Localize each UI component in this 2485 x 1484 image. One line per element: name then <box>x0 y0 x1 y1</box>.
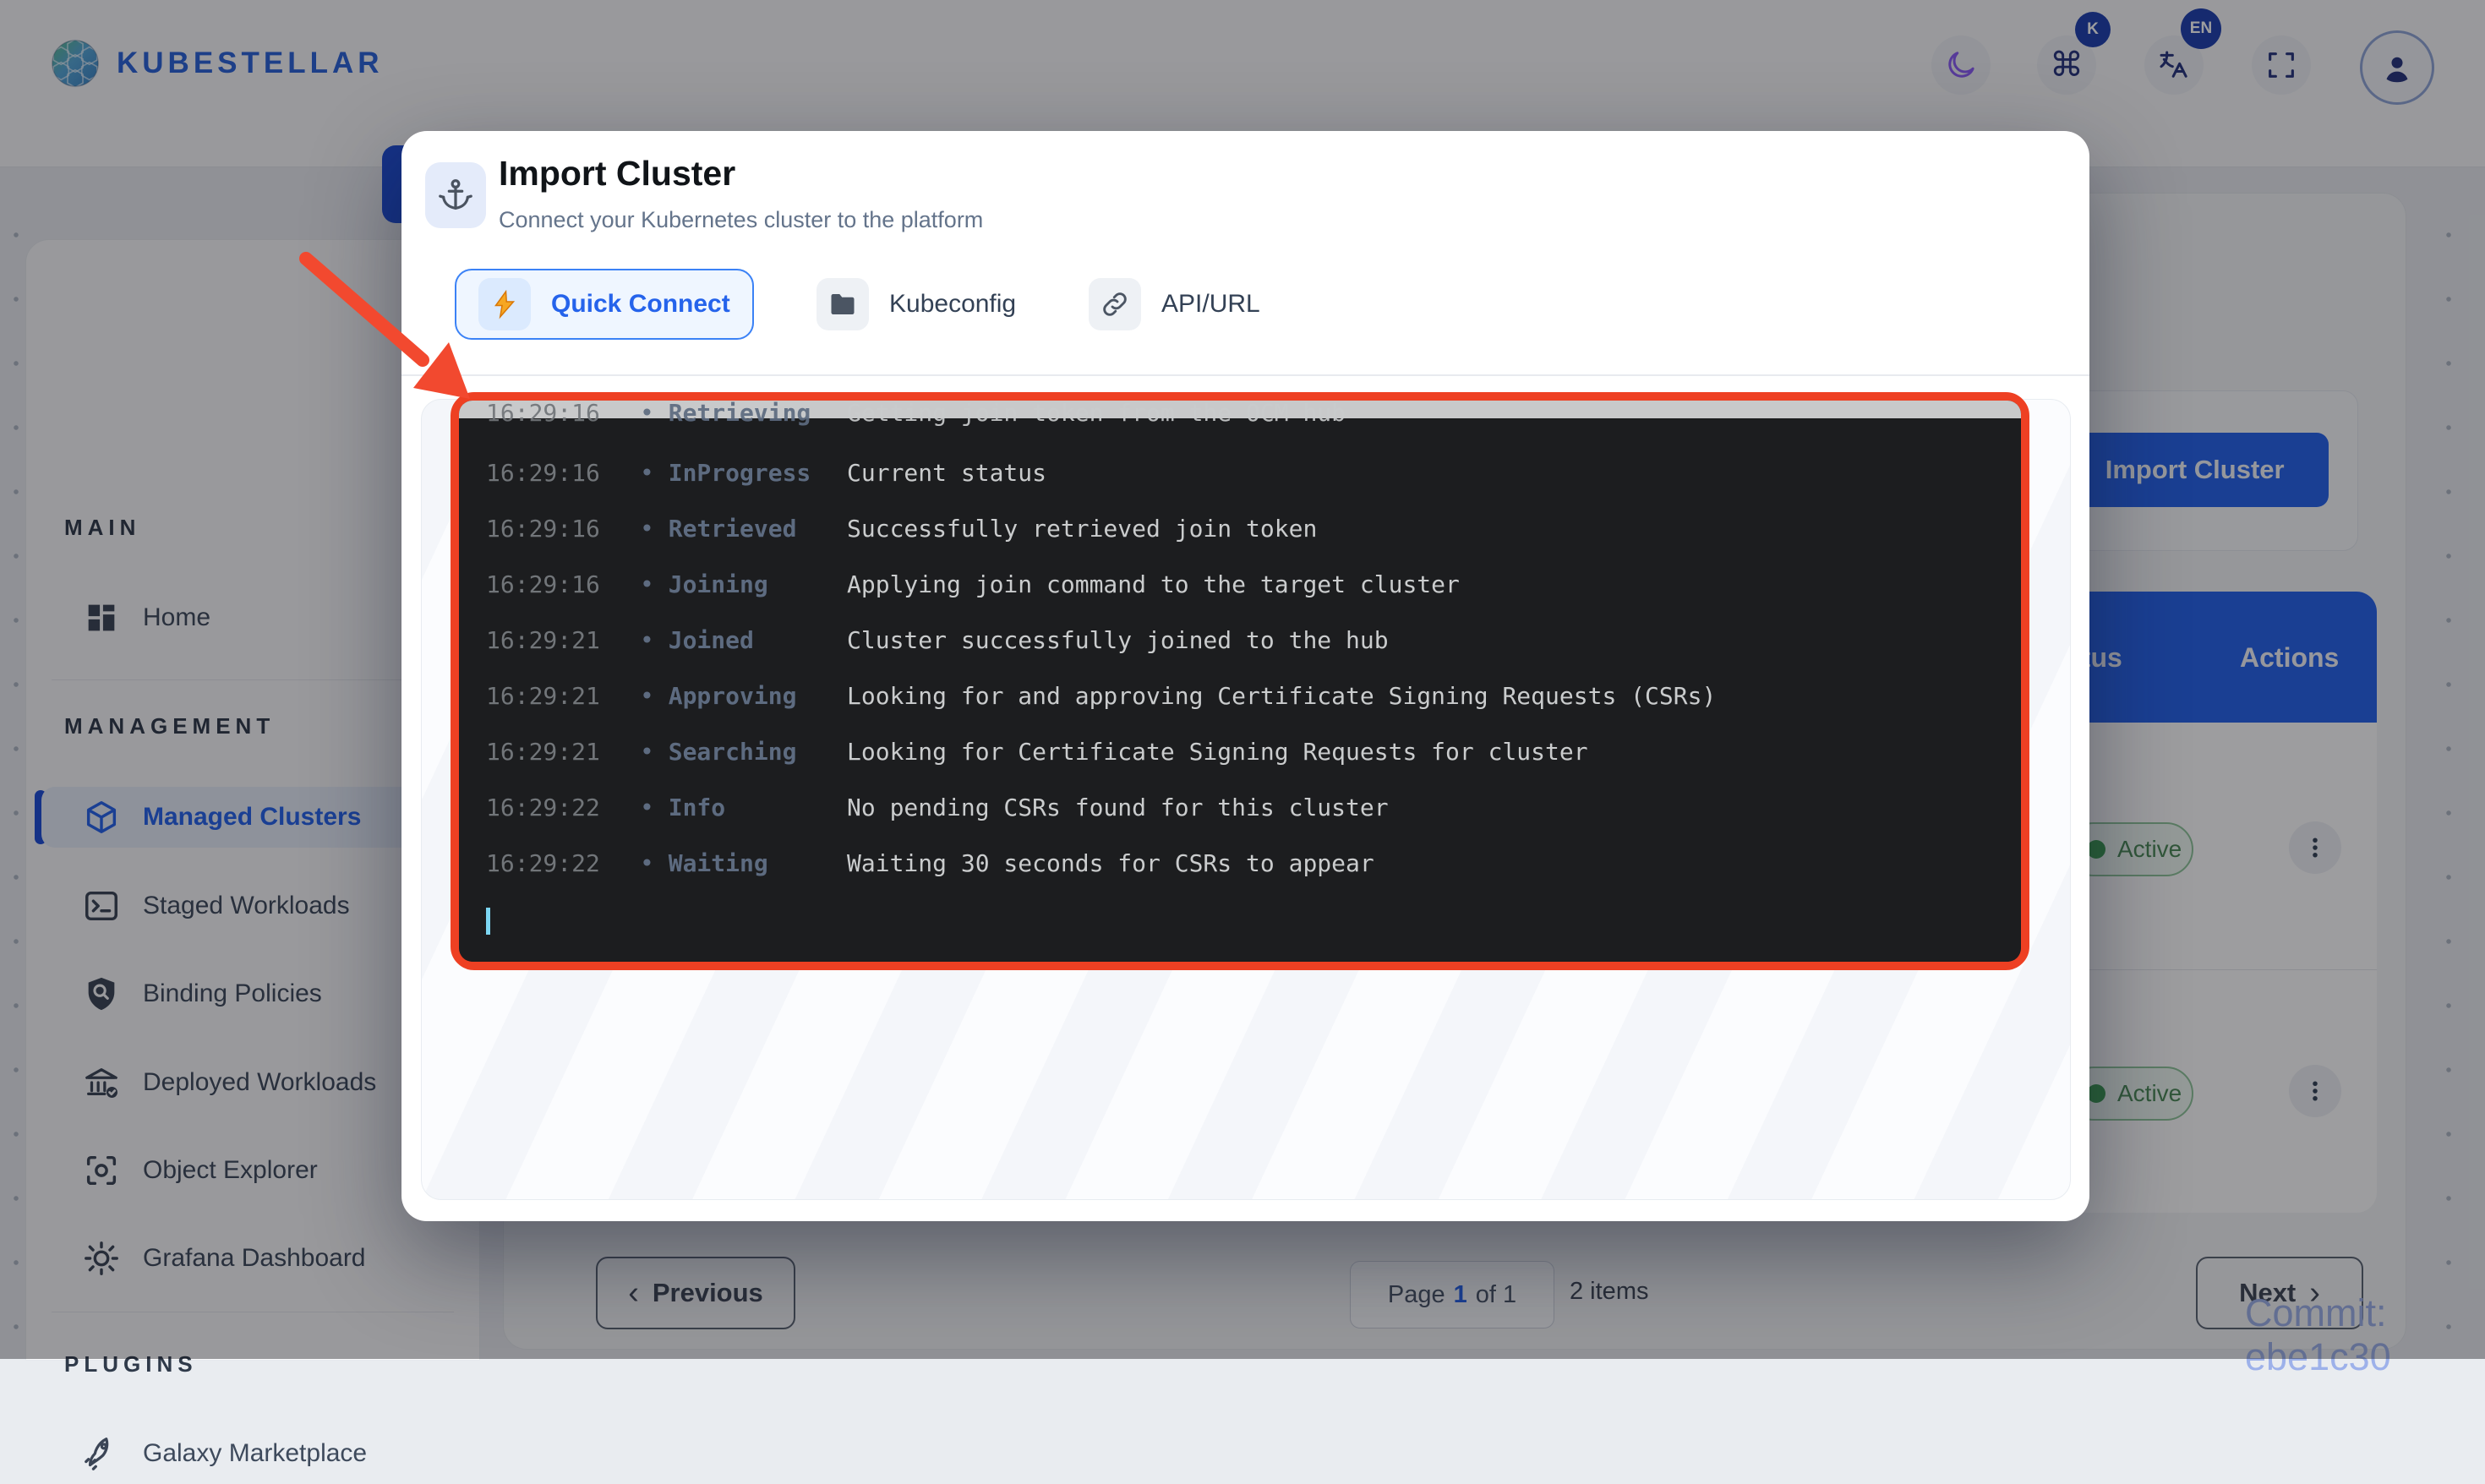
modal-divider <box>401 374 2089 376</box>
tab-label: Kubeconfig <box>889 290 1016 319</box>
anchor-icon <box>436 176 475 215</box>
log-time: 16:29:21 <box>486 738 604 766</box>
sidebar-item-galaxy-marketplace[interactable]: Galaxy Marketplace <box>41 1423 464 1484</box>
log-message: Looking for Certificate Signing Requests… <box>847 738 1588 766</box>
log-time: 16:29:21 <box>486 626 604 654</box>
join-log-terminal[interactable]: 16:29:16 Retrieving Getting join token f… <box>451 392 2029 970</box>
modal-title: Import Cluster <box>499 154 735 194</box>
log-message: Cluster successfully joined to the hub <box>847 626 1389 654</box>
terminal-log-list: 16:29:16 InProgress Current status 16:29… <box>486 401 1994 891</box>
log-status: Joining <box>640 570 847 598</box>
lightning-icon <box>478 278 531 330</box>
log-time: 16:29:22 <box>486 849 604 877</box>
log-time: 16:29:16 <box>486 515 604 543</box>
log-message: Current status <box>847 459 1046 487</box>
log-status: Searching <box>640 738 847 766</box>
log-message: No pending CSRs found for this cluster <box>847 794 1389 821</box>
log-message: Waiting 30 seconds for CSRs to appear <box>847 849 1374 877</box>
folder-icon <box>816 278 869 330</box>
log-status: InProgress <box>640 459 847 487</box>
log-row: 16:29:22 Waiting Waiting 30 seconds for … <box>486 835 1994 891</box>
tab-kubeconfig[interactable]: Kubeconfig <box>795 269 1038 340</box>
log-time: 16:29:22 <box>486 794 604 821</box>
log-row: 16:29:21 Joined Cluster successfully joi… <box>486 612 1994 668</box>
tab-api-url[interactable]: API/URL <box>1067 269 1282 340</box>
tab-quick-connect[interactable]: Quick Connect <box>455 269 754 340</box>
terminal-cursor <box>486 908 490 935</box>
log-status: Info <box>640 794 847 821</box>
log-time: 16:29:16 <box>486 459 604 487</box>
log-message: Successfully retrieved join token <box>847 515 1317 543</box>
import-cluster-modal: Import Cluster Connect your Kubernetes c… <box>401 131 2089 1221</box>
log-time: 16:29:16 <box>486 570 604 598</box>
log-row: 16:29:16 Retrieved Successfully retrieve… <box>486 500 1994 556</box>
rocket-icon <box>82 1434 121 1473</box>
link-icon <box>1089 278 1141 330</box>
tab-label: API/URL <box>1161 290 1260 319</box>
modal-subtitle: Connect your Kubernetes cluster to the p… <box>499 207 983 233</box>
log-status: Joined <box>640 626 847 654</box>
sidebar-item-label: Galaxy Marketplace <box>143 1439 367 1468</box>
modal-icon-box <box>425 162 486 228</box>
log-message: Applying join command to the target clus… <box>847 570 1460 598</box>
terminal-viewport: 16:29:16 Retrieving Getting join token f… <box>459 401 2021 962</box>
log-message: Looking for and approving Certificate Si… <box>847 682 1716 710</box>
log-status: Approving <box>640 682 847 710</box>
log-row: 16:29:22 Info No pending CSRs found for … <box>486 779 1994 835</box>
log-row: 16:29:16 InProgress Current status <box>486 445 1994 500</box>
log-row: 16:29:16 Joining Applying join command t… <box>486 556 1994 612</box>
log-time: 16:29:21 <box>486 682 604 710</box>
tab-label: Quick Connect <box>551 290 730 319</box>
log-row: 16:29:21 Approving Looking for and appro… <box>486 668 1994 723</box>
log-status: Waiting <box>640 849 847 877</box>
log-status: Retrieved <box>640 515 847 543</box>
log-row: 16:29:21 Searching Looking for Certifica… <box>486 723 1994 779</box>
